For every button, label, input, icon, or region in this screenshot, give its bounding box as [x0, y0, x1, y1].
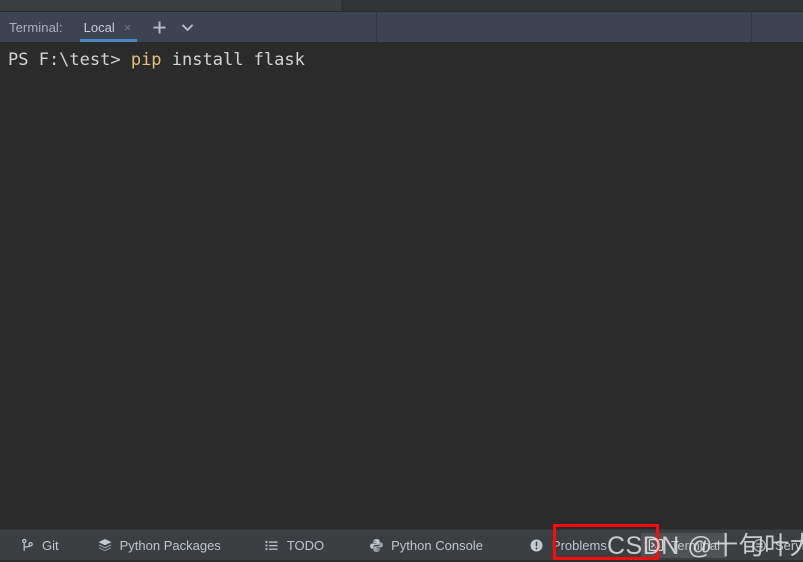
chevron-down-icon[interactable]: [175, 15, 199, 39]
status-bar-item-terminal[interactable]: Terminal: [640, 532, 727, 558]
terminal-toolbar: Terminal: Local ×: [0, 12, 803, 42]
terminal-tab-label: Local: [83, 19, 115, 35]
terminal-toolbar-center: [377, 12, 752, 42]
status-bar-label-git: Git: [42, 537, 59, 553]
console-prompt-icon: [648, 537, 664, 553]
terminal-tab-local[interactable]: Local ×: [79, 12, 138, 42]
status-bar-label-problems: Problems: [551, 537, 607, 553]
status-bar: Git Python Packages TODO Python Console …: [0, 529, 803, 560]
layers-icon: [97, 537, 113, 553]
terminal-toolbar-left: Terminal: Local ×: [0, 12, 377, 42]
status-bar-item-python-packages[interactable]: Python Packages: [90, 533, 228, 558]
terminal-toolbar-right: [752, 12, 803, 42]
terminal-command: pip: [130, 50, 162, 70]
status-bar-label-terminal: Terminal: [670, 537, 720, 553]
git-branch-icon: [19, 537, 35, 553]
services-icon: [752, 537, 768, 553]
close-icon[interactable]: ×: [124, 21, 132, 34]
terminal-panel-label: Terminal:: [9, 19, 63, 35]
status-bar-label-python-console: Python Console: [391, 537, 483, 553]
warning-circle-icon: [529, 537, 545, 553]
status-bar-label-services: Services: [774, 537, 803, 553]
terminal-arguments: install flask: [161, 50, 305, 70]
terminal-output-area[interactable]: PS F:\test> pip install flask: [0, 42, 803, 529]
editor-tab-strip-right: [341, 0, 803, 11]
status-bar-item-services[interactable]: Services: [745, 533, 803, 558]
status-bar-label-todo: TODO: [286, 537, 325, 553]
status-bar-item-python-console[interactable]: Python Console: [361, 533, 490, 558]
status-bar-item-todo[interactable]: TODO: [257, 533, 331, 558]
python-icon: [368, 537, 384, 553]
status-bar-item-problems[interactable]: Problems: [522, 533, 614, 558]
plus-icon[interactable]: [147, 15, 171, 39]
terminal-command-line: PS F:\test> pip install flask: [8, 49, 305, 71]
list-icon: [264, 537, 280, 553]
status-bar-label-python-packages: Python Packages: [119, 537, 221, 553]
terminal-prompt: PS F:\test>: [8, 50, 131, 70]
status-bar-item-git[interactable]: Git: [12, 533, 66, 558]
